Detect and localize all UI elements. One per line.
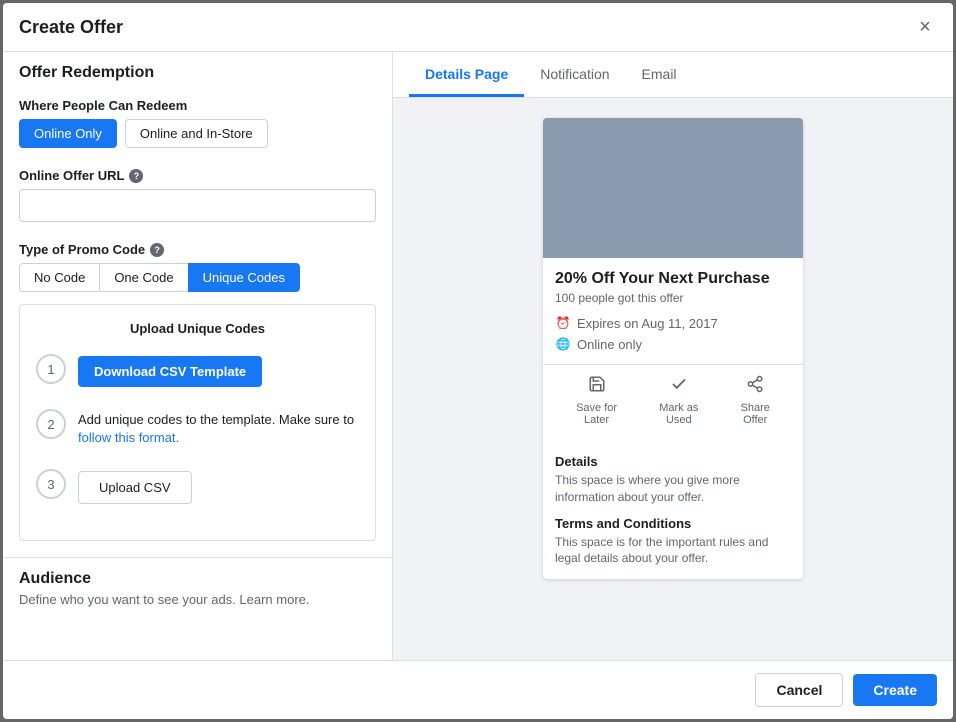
save-icon [588, 375, 606, 398]
offer-card: 20% Off Your Next Purchase 100 people go… [543, 118, 803, 579]
upload-step-3: 3 Upload CSV [36, 467, 359, 504]
terms-title: Terms and Conditions [555, 516, 791, 531]
step-3-content: Upload CSV [78, 467, 359, 504]
left-panel: Offer Redemption Where People Can Redeem… [3, 52, 393, 660]
mark-as-used-action[interactable]: Mark asUsed [659, 375, 698, 426]
share-label: ShareOffer [741, 402, 770, 426]
audience-subtitle: Define who you want to see your ads. Lea… [19, 592, 376, 607]
redemption-type-group: Online Only Online and In-Store [3, 119, 392, 160]
step-2-text: Add unique codes to the template. Make s… [78, 411, 359, 447]
clock-icon: ⏰ [555, 315, 571, 331]
where-label: Where People Can Redeem [3, 90, 392, 119]
modal-footer: Cancel Create [3, 660, 953, 719]
promo-help-icon[interactable]: ? [150, 243, 164, 257]
promo-label: Type of Promo Code ? [3, 234, 392, 263]
step-2-content: Add unique codes to the template. Make s… [78, 407, 359, 447]
details-title: Details [555, 454, 791, 469]
upload-csv-button[interactable]: Upload CSV [78, 471, 192, 504]
tab-email[interactable]: Email [626, 52, 693, 97]
share-icon [746, 375, 764, 398]
upload-step-1: 1 Download CSV Template [36, 352, 359, 387]
offer-claimed: 100 people got this offer [555, 291, 791, 305]
check-icon [670, 375, 688, 398]
tab-notification[interactable]: Notification [524, 52, 625, 97]
promo-type-group: No Code One Code Unique Codes [3, 263, 392, 304]
audience-title: Audience [19, 570, 376, 588]
globe-icon: 🌐 [555, 336, 571, 352]
follow-format-link[interactable]: follow this format. [78, 430, 179, 445]
details-text: This space is where you give more inform… [555, 472, 791, 506]
offer-details-section: Details This space is where you give mor… [543, 454, 803, 579]
step-3-circle: 3 [36, 469, 66, 499]
url-input[interactable] [19, 189, 376, 222]
audience-section: Audience Define who you want to see your… [3, 557, 392, 619]
tab-details-page[interactable]: Details Page [409, 52, 524, 97]
terms-text: This space is for the important rules an… [555, 534, 791, 568]
upload-section-title: Upload Unique Codes [36, 321, 359, 336]
url-help-icon[interactable]: ? [129, 169, 143, 183]
offer-image [543, 118, 803, 258]
no-code-button[interactable]: No Code [19, 263, 99, 292]
offer-title: 20% Off Your Next Purchase [555, 270, 791, 288]
step-2-circle: 2 [36, 409, 66, 439]
offer-meta: ⏰ Expires on Aug 11, 2017 🌐 Online only [555, 315, 791, 352]
offer-body: 20% Off Your Next Purchase 100 people go… [543, 258, 803, 444]
online-only-button[interactable]: Online Only [19, 119, 117, 148]
modal-body: Offer Redemption Where People Can Redeem… [3, 52, 953, 660]
upload-step-2: 2 Add unique codes to the template. Make… [36, 407, 359, 447]
offer-actions: Save forLater Mark asUsed [543, 364, 803, 432]
step-1-content: Download CSV Template [78, 352, 359, 387]
one-code-button[interactable]: One Code [99, 263, 187, 292]
upload-section: Upload Unique Codes 1 Download CSV Templ… [19, 304, 376, 541]
create-offer-modal: Create Offer × Offer Redemption Where Pe… [3, 3, 953, 719]
share-offer-action[interactable]: ShareOffer [741, 375, 770, 426]
save-for-later-action[interactable]: Save forLater [576, 375, 617, 426]
offer-expiry: ⏰ Expires on Aug 11, 2017 [555, 315, 791, 331]
modal-header: Create Offer × [3, 3, 953, 52]
tabs-bar: Details Page Notification Email [393, 52, 953, 98]
modal-overlay: Create Offer × Offer Redemption Where Pe… [0, 0, 956, 722]
cancel-button[interactable]: Cancel [755, 673, 843, 707]
save-label: Save forLater [576, 402, 617, 426]
create-button[interactable]: Create [853, 674, 937, 706]
offer-location: 🌐 Online only [555, 336, 791, 352]
online-instore-button[interactable]: Online and In-Store [125, 119, 268, 148]
section-title: Offer Redemption [3, 52, 392, 90]
close-button[interactable]: × [913, 15, 937, 39]
right-panel: Details Page Notification Email 20% Off [393, 52, 953, 660]
download-csv-button[interactable]: Download CSV Template [78, 356, 262, 387]
step-1-circle: 1 [36, 354, 66, 384]
mark-used-label: Mark asUsed [659, 402, 698, 426]
modal-title: Create Offer [19, 17, 123, 38]
preview-area: 20% Off Your Next Purchase 100 people go… [393, 98, 953, 599]
unique-codes-button[interactable]: Unique Codes [188, 263, 300, 292]
url-label: Online Offer URL ? [3, 160, 392, 189]
